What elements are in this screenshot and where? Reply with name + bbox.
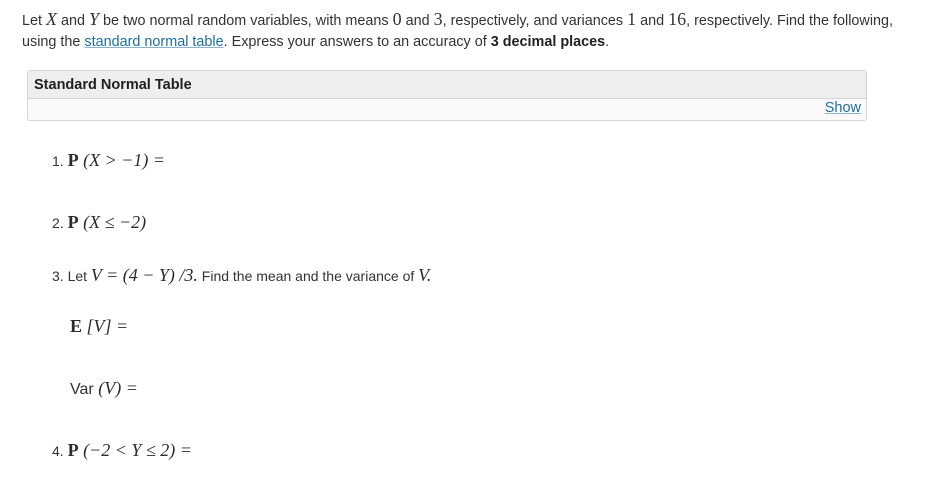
question-3-mean: E [V] = <box>70 316 128 337</box>
intro-text: . <box>605 34 610 50</box>
intro-text: Let <box>22 13 47 29</box>
question-3: 3. Let V = (4 − Y) /3. Find the mean and… <box>52 265 431 286</box>
question-1: 1. P (X > −1) = <box>52 150 165 171</box>
question-expression: (X > −1) = <box>78 150 166 170</box>
intro-text: be two normal random variables, with mea… <box>99 13 393 29</box>
question-number: 3. Let <box>52 268 91 284</box>
question-text: Find the mean and the variance of <box>197 268 419 284</box>
standard-normal-table-link[interactable]: standard normal table <box>84 34 223 50</box>
variance-x: 1 <box>627 9 637 29</box>
question-expression: [V] = <box>82 316 129 336</box>
intro-text: . Express your answers to an accuracy of <box>223 34 491 50</box>
mean-y: 3 <box>433 9 443 29</box>
show-table-button[interactable]: Show <box>825 100 861 116</box>
probability-symbol: P <box>67 440 79 460</box>
intro-text: and <box>636 13 669 29</box>
question-expression: V = (4 − Y) /3. <box>90 265 198 285</box>
panel-title: Standard Normal Table <box>28 71 866 99</box>
intro-text: and <box>401 13 434 29</box>
question-expression: (V) = <box>93 378 138 398</box>
question-number: 4. <box>52 443 68 459</box>
var-y: Y <box>89 9 100 29</box>
question-expression: (−2 < Y ≤ 2) = <box>78 440 192 460</box>
var-x: X <box>46 9 58 29</box>
accuracy-text: 3 decimal places <box>490 34 606 50</box>
question-3-variance: Var (V) = <box>70 378 138 399</box>
question-expression: (X ≤ −2) <box>78 212 147 232</box>
variance-y: 16 <box>668 9 687 29</box>
variance-label: Var <box>70 381 94 398</box>
expectation-symbol: E <box>70 316 83 336</box>
panel-body: Show <box>28 99 866 121</box>
problem-statement: Let X and Y be two normal random variabl… <box>22 9 902 53</box>
probability-symbol: P <box>67 150 79 170</box>
question-2: 2. P (X ≤ −2) <box>52 212 146 233</box>
intro-text: and <box>57 13 90 29</box>
question-number: 2. <box>52 215 68 231</box>
standard-normal-table-panel: Standard Normal Table Show <box>27 70 867 121</box>
question-variable: V. <box>418 265 432 285</box>
question-number: 1. <box>52 153 68 169</box>
probability-symbol: P <box>67 212 79 232</box>
mean-x: 0 <box>392 9 402 29</box>
question-4: 4. P (−2 < Y ≤ 2) = <box>52 440 192 461</box>
intro-text: , respectively, and variances <box>442 13 628 29</box>
